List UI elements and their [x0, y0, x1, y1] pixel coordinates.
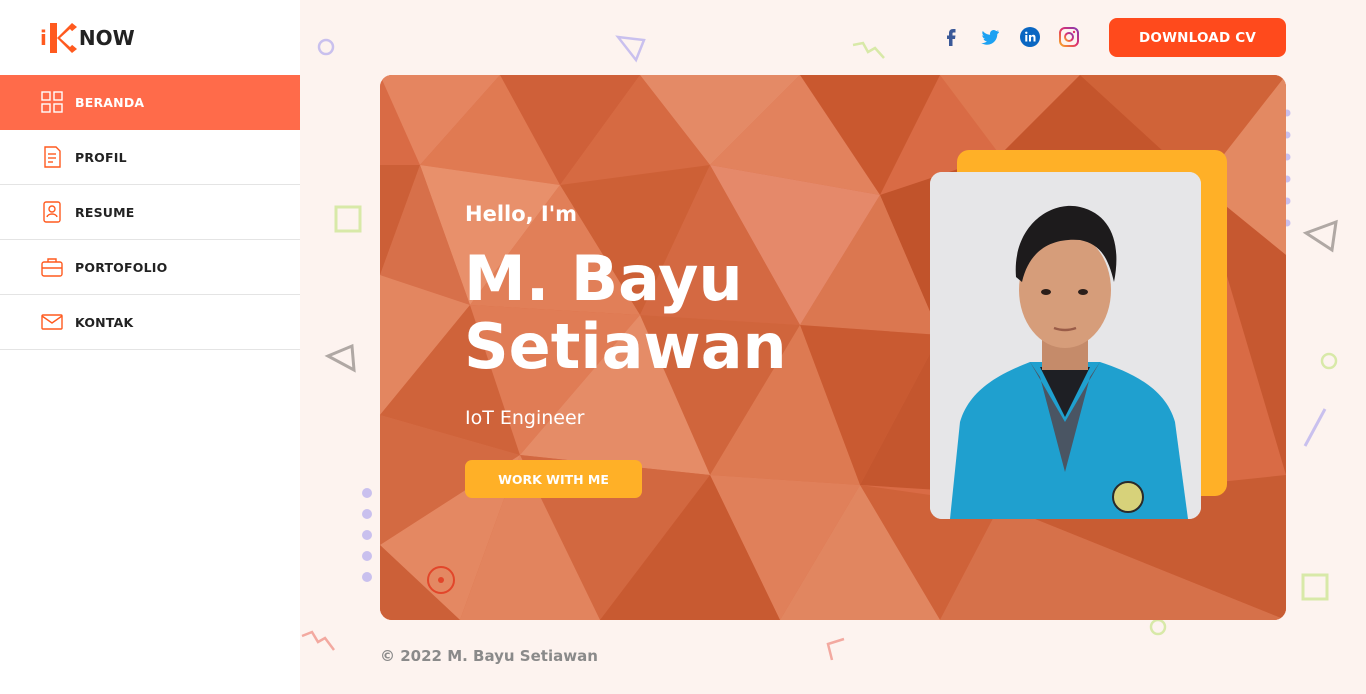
hero-card: Hello, I'm M. Bayu Setiawan IoT Engineer…: [380, 75, 1286, 620]
briefcase-icon: [40, 256, 63, 279]
hero-name-line2: Setiawan: [464, 310, 787, 383]
mail-icon: [40, 311, 63, 334]
sidebar-item-label: PORTOFOLIO: [75, 259, 168, 275]
document-icon: [40, 146, 63, 169]
sidebar-nav: BERANDA PROFIL RESUME PORTOFOLIO KONTAK: [0, 75, 300, 350]
logo-text: NOW: [78, 26, 135, 50]
hero-greeting: Hello, I'm: [465, 202, 578, 226]
hero-name-line1: M. Bayu: [464, 242, 743, 315]
logo-prefix: i: [40, 26, 47, 50]
sidebar-item-label: RESUME: [75, 204, 135, 220]
target-decoration: [427, 566, 455, 594]
contact-card-icon: [40, 201, 63, 224]
sidebar-item-beranda[interactable]: BERANDA: [0, 75, 300, 130]
sidebar: i NOW BERANDA PROFIL RESUME PORTOFOLIO K…: [0, 0, 300, 694]
hero-name: M. Bayu Setiawan: [464, 245, 787, 381]
linkedin-icon[interactable]: [1019, 26, 1041, 48]
dashboard-icon: [40, 91, 63, 114]
logo-k-icon: [48, 21, 78, 55]
sidebar-item-kontak[interactable]: KONTAK: [0, 295, 300, 350]
sidebar-item-resume[interactable]: RESUME: [0, 185, 300, 240]
download-cv-button[interactable]: DOWNLOAD CV: [1109, 18, 1286, 57]
sidebar-item-label: BERANDA: [75, 94, 145, 110]
sidebar-item-portofolio[interactable]: PORTOFOLIO: [0, 240, 300, 295]
sidebar-item-label: KONTAK: [75, 314, 134, 330]
instagram-icon[interactable]: [1058, 26, 1080, 48]
profile-photo: [930, 172, 1201, 519]
sidebar-item-label: PROFIL: [75, 149, 127, 165]
hero-role: IoT Engineer: [465, 407, 585, 429]
facebook-icon[interactable]: [940, 26, 962, 48]
twitter-icon[interactable]: [979, 26, 1001, 48]
logo[interactable]: i NOW: [40, 20, 135, 56]
work-with-me-button[interactable]: WORK WITH ME: [465, 460, 642, 498]
footer-copyright: © 2022 M. Bayu Setiawan: [380, 647, 598, 665]
sidebar-item-profil[interactable]: PROFIL: [0, 130, 300, 185]
